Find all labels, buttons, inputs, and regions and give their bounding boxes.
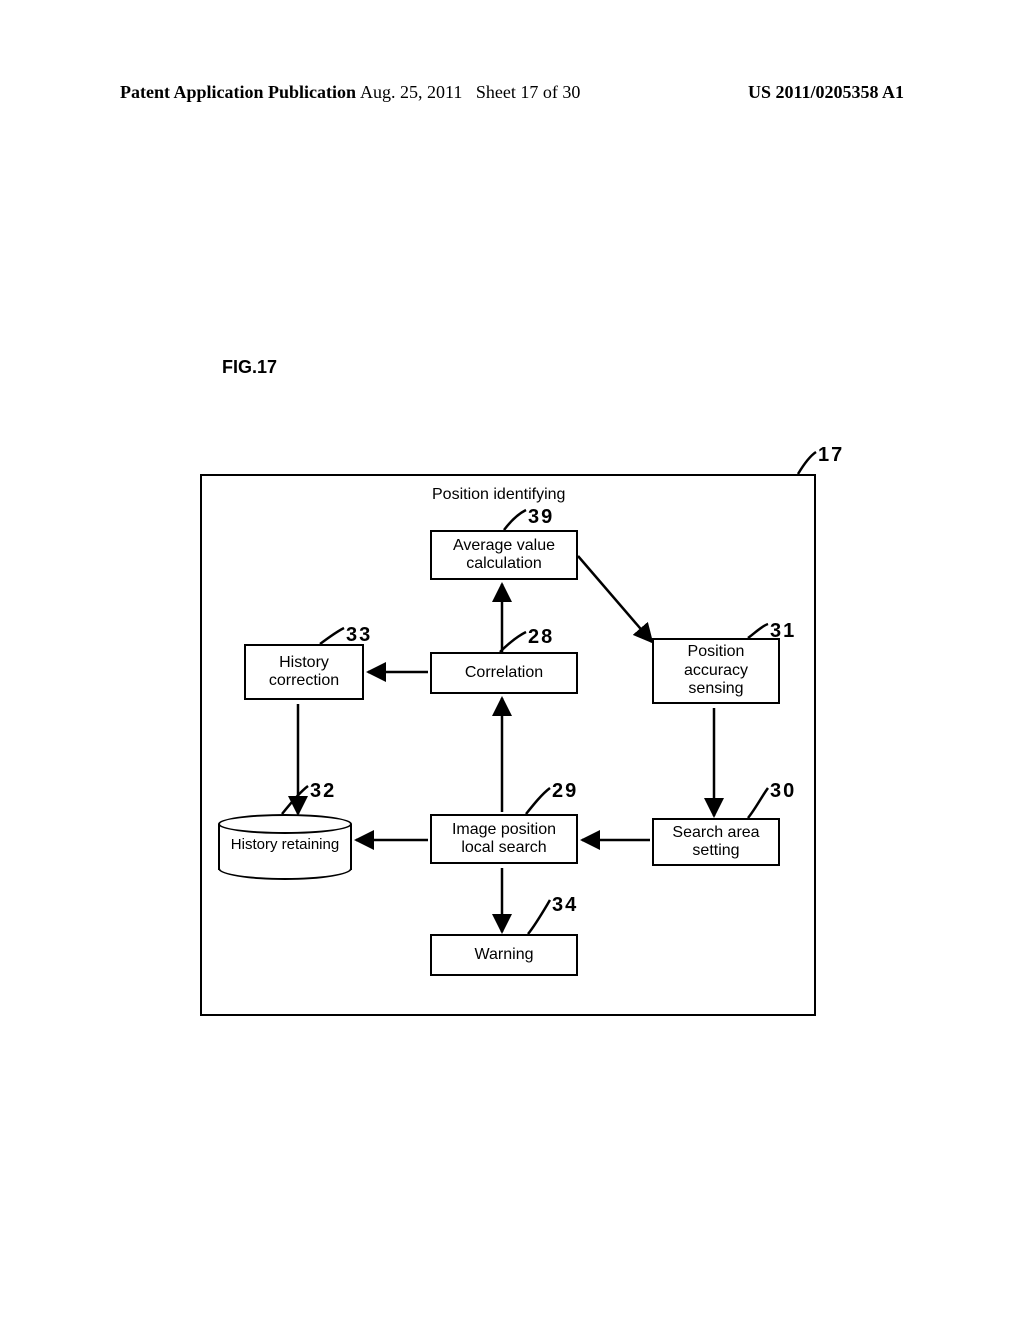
- ref-39: 39: [528, 506, 554, 529]
- ref-34: 34: [552, 894, 578, 917]
- figure-label: FIG.17: [222, 357, 277, 378]
- diagram: Position identifying Average value calcu…: [200, 446, 820, 1020]
- header-sheet: Sheet 17 of 30: [476, 82, 580, 102]
- block-average-value-calculation: Average value calculation: [430, 530, 578, 580]
- block-history-correction: History correction: [244, 644, 364, 700]
- diagram-title: Position identifying: [432, 486, 565, 504]
- page: Patent Application Publication Aug. 25, …: [0, 0, 1024, 1320]
- header-left: Patent Application Publication: [120, 82, 356, 103]
- cylinder-bottom: [218, 860, 352, 880]
- block-search-area-setting: Search area setting: [652, 818, 780, 866]
- block-correlation: Correlation: [430, 652, 578, 694]
- header-date-text: Aug. 25, 2011: [360, 82, 462, 102]
- header-date: Aug. 25, 2011 Sheet 17 of 30: [360, 82, 580, 103]
- ref-33: 33: [346, 624, 372, 647]
- ref-28: 28: [528, 626, 554, 649]
- history-retaining-label: History retaining: [218, 836, 352, 853]
- block-history-retaining: History retaining: [218, 814, 352, 880]
- ref-32: 32: [310, 780, 336, 803]
- ref-31: 31: [770, 620, 796, 643]
- block-warning: Warning: [430, 934, 578, 976]
- block-image-position-local-search: Image position local search: [430, 814, 578, 864]
- ref-17: 17: [818, 444, 844, 467]
- block-position-accuracy-sensing: Position accuracy sensing: [652, 638, 780, 704]
- ref-30: 30: [770, 780, 796, 803]
- ref-29: 29: [552, 780, 578, 803]
- cylinder-top: [218, 814, 352, 834]
- header-pubnum: US 2011/0205358 A1: [748, 82, 904, 103]
